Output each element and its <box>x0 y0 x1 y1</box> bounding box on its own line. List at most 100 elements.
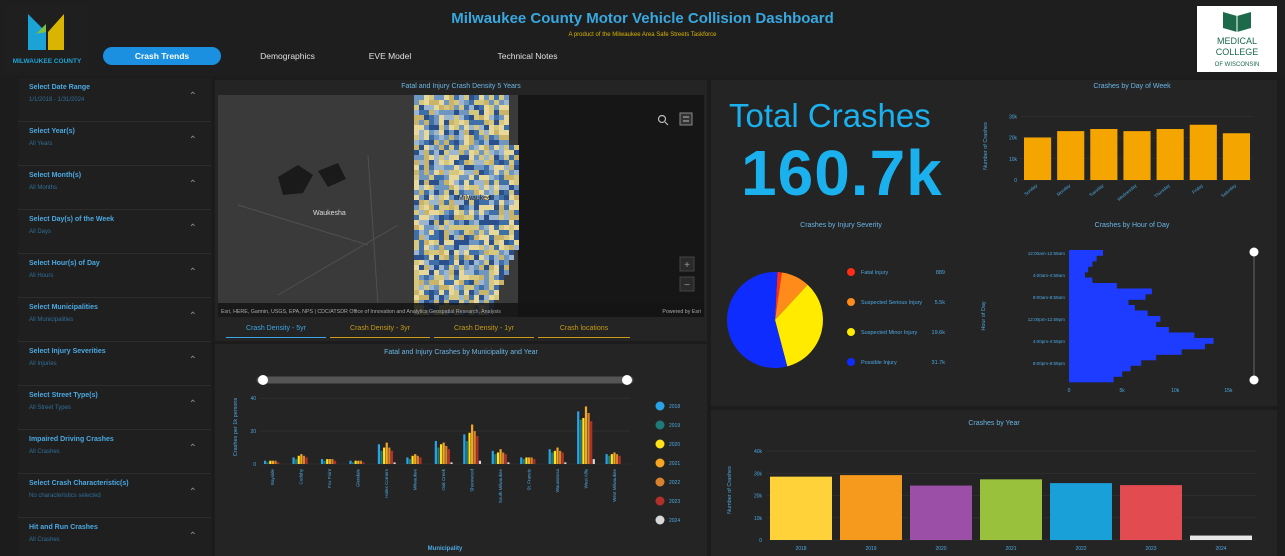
bar-cudahy-2018[interactable] <box>292 457 295 464</box>
filter-5[interactable]: Select Municipalities All Municipalities ⌃ <box>18 298 211 342</box>
hour-bar-23[interactable] <box>1069 376 1114 383</box>
bar-hales-corners-2022[interactable] <box>388 447 391 464</box>
zoom-in-button[interactable]: + <box>679 256 695 272</box>
bar-oak-creek-2024[interactable] <box>450 462 453 464</box>
bar-south-milwaukee-2023[interactable] <box>504 454 507 464</box>
filter-4[interactable]: Select Hour(s) of Day All Hours ⌃ <box>18 254 211 298</box>
bar-west-milwaukee-2021[interactable] <box>613 452 616 464</box>
bar-glendale-2021[interactable] <box>357 460 360 464</box>
bar-west-milwaukee-2023[interactable] <box>618 455 621 464</box>
bar-st-francis-2019[interactable] <box>522 459 525 464</box>
legend-swatch-2024[interactable] <box>655 515 665 525</box>
bar-shorewood-2018[interactable] <box>463 434 466 464</box>
hour-bar-14[interactable] <box>1069 327 1169 333</box>
filter-9[interactable]: Select Crash Characteristic(s) No charact… <box>18 474 211 518</box>
hour-bar-13[interactable] <box>1069 321 1157 328</box>
bar-wauwatosa-2020[interactable] <box>553 450 557 464</box>
filter-8[interactable]: Impaired Driving Crashes All Crashes ⌃ <box>18 430 211 474</box>
hour-bar-17[interactable] <box>1069 343 1205 350</box>
bar-fox-point-2021[interactable] <box>328 459 331 464</box>
bar-shorewood-2023[interactable] <box>476 436 479 464</box>
bar-glendale-2022[interactable] <box>359 460 362 464</box>
bar-st-francis-2021[interactable] <box>527 457 531 464</box>
map-layers-button[interactable] <box>679 112 693 126</box>
bar-west-allis-2021[interactable] <box>584 406 588 464</box>
hour-bar-3[interactable] <box>1069 266 1089 273</box>
hour-bar-10[interactable] <box>1069 305 1135 311</box>
bar-bayside-2020[interactable] <box>269 460 272 464</box>
tab-crash-trends[interactable]: Crash Trends <box>103 47 221 65</box>
hour-bar-12[interactable] <box>1069 316 1161 322</box>
chevron-up-icon[interactable]: ⌃ <box>189 399 197 410</box>
bar-glendale-2023[interactable] <box>362 462 365 464</box>
bar-west-allis-2022[interactable] <box>587 413 590 464</box>
bar-wednesday[interactable] <box>1123 131 1151 180</box>
hour-bar-20[interactable] <box>1069 360 1142 366</box>
year-bar-2022[interactable] <box>1050 483 1112 540</box>
bar-st-francis-2020[interactable] <box>525 457 528 464</box>
bar-hales-corners-2019[interactable] <box>380 450 383 464</box>
bar-bayside-2023[interactable] <box>277 462 280 464</box>
hour-bar-19[interactable] <box>1069 354 1157 361</box>
hour-bar-4[interactable] <box>1069 272 1085 278</box>
bar-fox-point-2019[interactable] <box>323 460 326 464</box>
bar-glendale-2020[interactable] <box>354 460 357 464</box>
chevron-up-icon[interactable]: ⌃ <box>189 443 197 454</box>
bar-west-allis-2019[interactable] <box>579 419 582 464</box>
hour-bar-15[interactable] <box>1069 332 1195 339</box>
bar-milwaukee-2018[interactable] <box>406 457 409 464</box>
map-tab-crash-locations[interactable]: Crash locations <box>538 321 630 338</box>
bar-shorewood-2024[interactable] <box>478 460 482 464</box>
bar-bayside-2018[interactable] <box>264 460 267 464</box>
year-bar-2018[interactable] <box>770 476 832 540</box>
bar-st-francis-2023[interactable] <box>533 459 536 464</box>
bar-hales-corners-2024[interactable] <box>393 462 396 464</box>
bar-fox-point-2018[interactable] <box>320 459 324 464</box>
bar-south-milwaukee-2020[interactable] <box>496 452 500 464</box>
bar-cudahy-2023[interactable] <box>305 457 308 464</box>
range-slider-start-handle[interactable] <box>258 375 268 385</box>
bar-south-milwaukee-2018[interactable] <box>491 450 494 464</box>
bar-bayside-2022[interactable] <box>274 460 277 464</box>
hour-bar-2[interactable] <box>1069 261 1093 267</box>
bar-south-milwaukee-2019[interactable] <box>494 454 497 464</box>
chevron-up-icon[interactable]: ⌃ <box>189 531 197 542</box>
bar-milwaukee-2023[interactable] <box>419 457 422 464</box>
hour-bar-6[interactable] <box>1069 283 1117 289</box>
bar-oak-creek-2019[interactable] <box>437 447 440 464</box>
hour-bar-1[interactable] <box>1069 255 1097 262</box>
chevron-up-icon[interactable]: ⌃ <box>189 135 197 146</box>
year-bar-2021[interactable] <box>980 479 1042 540</box>
filter-1[interactable]: Select Year(s) All Years ⌃ <box>18 122 211 166</box>
year-bar-2020[interactable] <box>910 485 972 540</box>
legend-swatch-2023[interactable] <box>655 496 665 506</box>
bar-shorewood-2019[interactable] <box>465 440 469 464</box>
chevron-up-icon[interactable]: ⌃ <box>189 91 197 102</box>
bar-hales-corners-2023[interactable] <box>390 450 394 464</box>
bar-west-milwaukee-2019[interactable] <box>608 455 611 464</box>
map-tab-density-3yr[interactable]: Crash Density - 3yr <box>330 321 430 338</box>
tab-eve-model[interactable]: EVE Model <box>350 47 430 65</box>
chevron-up-icon[interactable]: ⌃ <box>189 311 197 322</box>
bar-tuesday[interactable] <box>1090 129 1118 180</box>
hour-bar-22[interactable] <box>1069 371 1123 377</box>
bar-fox-point-2023[interactable] <box>333 460 337 464</box>
map-tab-density-5yr[interactable]: Crash Density - 5yr <box>226 321 326 338</box>
hour-bar-11[interactable] <box>1069 310 1148 317</box>
bar-wauwatosa-2021[interactable] <box>556 447 559 464</box>
bar-west-milwaukee-2018[interactable] <box>605 454 608 464</box>
filter-0[interactable]: Select Date Range 1/1/2018 - 1/31/2024 ⌃ <box>18 78 211 122</box>
bar-bayside-2021[interactable] <box>271 460 274 464</box>
bar-thursday[interactable] <box>1156 129 1184 180</box>
bar-south-milwaukee-2021[interactable] <box>499 449 502 464</box>
filter-7[interactable]: Select Street Type(s) All Street Types ⌃ <box>18 386 211 430</box>
range-handle-top[interactable] <box>1249 247 1259 257</box>
bar-west-milwaukee-2020[interactable] <box>610 454 613 464</box>
bar-cudahy-2022[interactable] <box>302 455 306 464</box>
bar-milwaukee-2019[interactable] <box>408 459 412 464</box>
range-handle-bottom[interactable] <box>1249 375 1259 385</box>
bar-monday[interactable] <box>1057 131 1085 180</box>
bar-oak-creek-2023[interactable] <box>447 449 450 464</box>
bar-west-allis-2018[interactable] <box>577 411 580 464</box>
bar-glendale-2018[interactable] <box>349 460 352 464</box>
